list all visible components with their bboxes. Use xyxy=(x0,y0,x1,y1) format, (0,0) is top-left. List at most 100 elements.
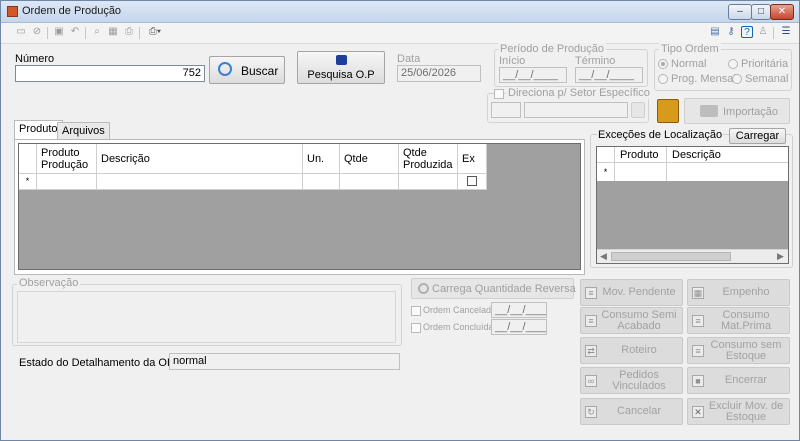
magnifier-icon xyxy=(418,283,429,294)
list-icon: ≡ xyxy=(692,345,704,357)
importacao-button[interactable]: Importação xyxy=(684,98,790,124)
ordem-concluida-checkbox[interactable] xyxy=(411,323,421,333)
new-icon[interactable]: ▭ xyxy=(15,26,27,38)
radio-prog-mensal[interactable] xyxy=(658,74,668,84)
cell-qtde[interactable] xyxy=(340,174,399,190)
import-icon xyxy=(700,105,718,117)
undo-icon[interactable]: ↶ xyxy=(69,26,81,38)
ex-checkbox[interactable] xyxy=(467,176,477,186)
close-button[interactable]: ✕ xyxy=(770,4,794,20)
setor-name-input xyxy=(524,102,628,118)
help-icon[interactable]: ? xyxy=(741,26,753,38)
empenho-button[interactable]: ▦ Empenho xyxy=(687,279,790,306)
radio-prog-mensal-label: Prog. Mensal xyxy=(671,73,736,85)
estado-field: normal xyxy=(169,353,400,370)
scroll-thumb[interactable] xyxy=(611,252,731,261)
ordem-cancelada-date: __/__/____ xyxy=(491,302,547,318)
radio-prioritaria[interactable] xyxy=(728,59,738,69)
cell-descricao[interactable] xyxy=(97,174,303,190)
exc-cell-descricao[interactable] xyxy=(667,163,788,181)
cell-produto-producao[interactable] xyxy=(37,174,97,190)
main-window: Ordem de Produção – □ ✕ ▭ ⊘ ▣ ↶ ⌕ ▦ ⎙ ⎙▾… xyxy=(0,0,800,441)
buscar-button[interactable]: Buscar xyxy=(209,56,285,84)
pesquisa-op-label: Pesquisa O.P xyxy=(307,69,375,81)
pesquisa-op-button[interactable]: Pesquisa O.P xyxy=(297,51,385,84)
observacao-title: Observação xyxy=(17,277,81,289)
cell-un[interactable] xyxy=(303,174,340,190)
numero-input[interactable]: 752 xyxy=(15,65,205,82)
binoculars-icon xyxy=(336,55,347,65)
estado-label: Estado do Detalhamento da OP: xyxy=(19,357,178,369)
col-ex[interactable]: Ex xyxy=(458,144,487,174)
print-icon[interactable]: ⎙ xyxy=(123,26,135,38)
route-icon: ⇄ xyxy=(585,345,597,357)
grid-corner xyxy=(19,144,37,174)
cell-qtde-produzida[interactable] xyxy=(399,174,458,190)
grid-icon[interactable]: ▦ xyxy=(107,26,119,38)
app-icon xyxy=(7,6,18,17)
excluir-mov-estoque-button[interactable]: ✕ Excluir Mov. de Estoque xyxy=(687,398,790,425)
carrega-quantidade-reversa-label: Carrega Quantidade Reversa xyxy=(432,283,576,295)
setor-code-input xyxy=(491,102,521,118)
roteiro-button[interactable]: ⇄ Roteiro xyxy=(580,337,683,364)
pedidos-vinculados-button[interactable]: ∞ Pedidos Vinculados xyxy=(580,367,683,394)
consumo-mat-prima-button[interactable]: ≡ Consumo Mat.Prima xyxy=(687,307,790,334)
toolbar: ▭ ⊘ ▣ ↶ ⌕ ▦ ⎙ ⎙▾ ▤ ⚷ ? ♙ ☰ xyxy=(1,23,799,44)
carregar-button[interactable]: Carregar xyxy=(729,128,786,144)
scroll-right-icon[interactable]: ▶ xyxy=(777,251,784,262)
delete-icon: ✕ xyxy=(692,406,704,418)
setor-lookup-button[interactable] xyxy=(631,102,645,118)
save-icon[interactable]: ▣ xyxy=(53,26,65,38)
col-produto-producao[interactable]: Produto Produção xyxy=(37,144,97,174)
excecoes-grid[interactable]: Produto Descrição * ◀ ▶ xyxy=(596,146,789,264)
col-qtde-produzida[interactable]: Qtde Produzida xyxy=(399,144,458,174)
radio-normal-label: Normal xyxy=(671,58,707,70)
exc-col-produto[interactable]: Produto xyxy=(615,147,667,163)
exc-col-descricao[interactable]: Descrição xyxy=(667,147,788,163)
produto-grid[interactable]: Produto Produção Descrição Un. Qtde Qtde… xyxy=(18,143,581,270)
package-icon: ▦ xyxy=(692,287,704,299)
magnifier-icon xyxy=(218,62,232,76)
data-label: Data xyxy=(397,53,421,65)
mov-pendente-button[interactable]: ≡ Mov. Pendente xyxy=(580,279,683,306)
carrega-quantidade-reversa-button[interactable]: Carrega Quantidade Reversa xyxy=(411,278,576,299)
consumo-semi-acabado-button[interactable]: ≡ Consumo Semi Acabado xyxy=(580,307,683,334)
exc-new-row-marker: * xyxy=(597,163,615,181)
radio-prioritaria-label: Prioritária xyxy=(741,58,789,70)
maximize-button[interactable]: □ xyxy=(751,4,771,20)
tab-arquivos[interactable]: Arquivos xyxy=(57,122,110,140)
minimize-button[interactable]: – xyxy=(728,4,752,20)
col-qtde[interactable]: Qtde xyxy=(340,144,399,174)
observacao-textarea[interactable] xyxy=(17,291,396,343)
col-un[interactable]: Un. xyxy=(303,144,340,174)
ordem-cancelada-label: Ordem Cancelada xyxy=(423,305,497,315)
cancel-icon[interactable]: ⊘ xyxy=(31,26,43,38)
stop-icon: ■ xyxy=(692,375,704,387)
radio-semanal[interactable] xyxy=(732,74,742,84)
exc-horizontal-scrollbar[interactable]: ◀ ▶ xyxy=(597,249,788,263)
user-icon[interactable]: ♙ xyxy=(757,26,769,38)
periodo-title: Período de Produção xyxy=(498,43,606,55)
consumo-sem-estoque-button[interactable]: ≡ Consumo sem Estoque xyxy=(687,337,790,364)
termino-input: __/__/____ xyxy=(575,67,643,83)
col-descricao[interactable]: Descrição xyxy=(97,144,303,174)
radio-normal[interactable] xyxy=(658,59,668,69)
key-icon[interactable]: ⚷ xyxy=(725,26,737,38)
scroll-icon[interactable] xyxy=(657,99,679,123)
cancel-icon: ↻ xyxy=(585,406,597,418)
printer-dropdown-icon[interactable]: ⎙▾ xyxy=(146,26,164,38)
search-icon[interactable]: ⌕ xyxy=(91,26,103,38)
window-icon[interactable]: ▤ xyxy=(709,26,721,38)
cell-ex[interactable] xyxy=(458,174,487,190)
menu-icon[interactable]: ☰ xyxy=(780,26,792,38)
numero-label: Número xyxy=(15,53,55,65)
encerrar-button[interactable]: ■ Encerrar xyxy=(687,367,790,394)
tab-produto[interactable]: Produto xyxy=(14,120,63,140)
exc-cell-produto[interactable] xyxy=(615,163,667,181)
cancelar-button[interactable]: ↻ Cancelar xyxy=(580,398,683,425)
direciona-checkbox[interactable] xyxy=(494,89,504,99)
ordem-concluida-label: Ordem Concluída xyxy=(423,322,494,332)
ordem-cancelada-checkbox[interactable] xyxy=(411,306,421,316)
scroll-left-icon[interactable]: ◀ xyxy=(600,251,607,262)
list-icon: ≡ xyxy=(585,287,597,299)
